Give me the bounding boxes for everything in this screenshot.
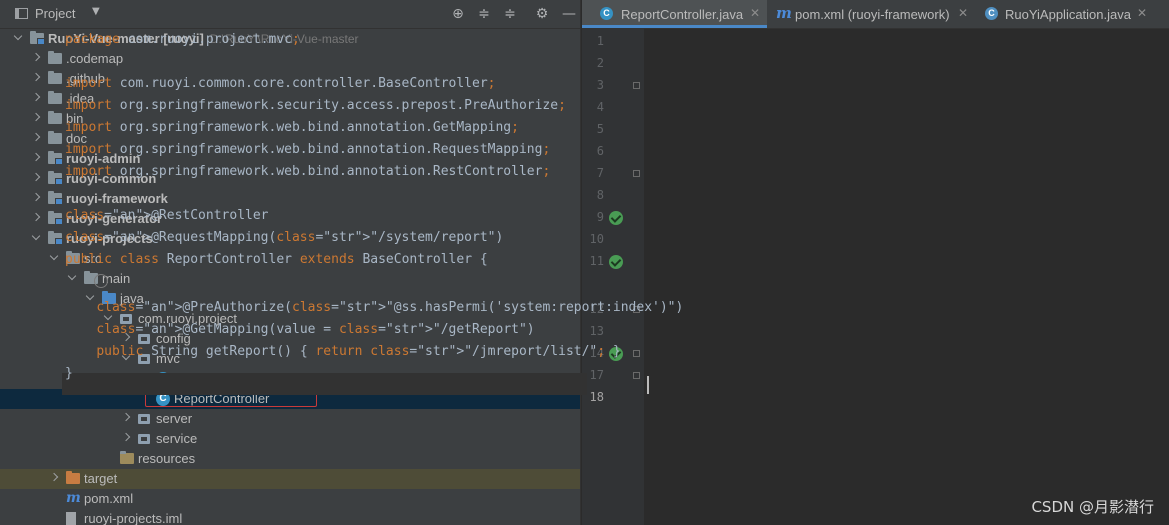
project-view-icon [15,8,28,19]
tab-reportcontroller[interactable]: C ReportController.java ✕ [582,0,767,28]
code-line: class="an">@GetMapping(value = class="st… [96,322,535,337]
project-panel-title[interactable]: Project [35,6,75,21]
code-line: package com.ruoyi.project.mvc; [65,32,300,47]
maven-icon: m [776,4,792,22]
tab-ruoyiapplication[interactable]: C RuoYiApplication.java ✕ [977,0,1169,28]
code-line: } [65,366,73,381]
tab-label: pom.xml (ruoyi-framework) [795,7,950,22]
chevron-right-icon[interactable] [31,153,41,163]
code-line: import org.springframework.security.acce… [65,98,566,113]
module-folder-icon [48,211,63,225]
tab-label: ReportController.java [621,7,744,22]
locate-icon[interactable]: ⊕ [448,4,468,24]
usages-inlay-hint[interactable] [65,274,110,289]
folder-icon [48,51,62,64]
code-line: public String getReport() { return class… [96,344,621,359]
spring-bean-icon[interactable] [609,211,623,225]
folder-icon [48,111,62,124]
gear-icon[interactable]: ⚙ [532,4,552,24]
code-line: class="an">@PreAuthorize(class="str">"@s… [96,300,684,315]
chevron-right-icon[interactable] [31,213,41,223]
code-line: import org.springframework.web.bind.anno… [65,120,519,135]
chevron-right-icon[interactable] [31,133,41,143]
chevron-down-icon[interactable] [31,233,41,243]
chevron-down-icon[interactable]: ▼ [92,6,100,17]
fold-marker-icon[interactable] [633,372,640,379]
module-folder-icon [48,231,63,245]
hide-icon[interactable]: — [559,4,579,24]
editor-tab-bar: C ReportController.java ✕ m pom.xml (ruo… [582,0,1169,29]
editor-gutter: 1 2 3 4 5 6 7 8 9 10 11 12 13 14 17 18 [582,28,644,525]
folder-icon [48,91,62,104]
chevron-right-icon[interactable] [31,113,41,123]
collapse-all-icon[interactable]: ≑ [500,4,520,24]
close-icon[interactable]: ✕ [750,6,760,20]
folder-icon [48,131,62,144]
chevron-right-icon[interactable] [49,473,59,483]
module-folder-icon [30,31,45,45]
module-folder-icon [48,171,63,185]
code-line: public class ReportController extends Ba… [65,252,488,267]
code-line: import org.springframework.web.bind.anno… [65,164,551,179]
module-folder-icon [48,151,63,165]
project-panel-header: Project ▼ ⊕ ≑ ≑ ⚙ — [0,0,580,29]
close-icon[interactable]: ✕ [958,6,968,20]
spring-bean-icon[interactable] [609,255,623,269]
watermark: CSDN @月影潜行 [1031,498,1154,516]
spring-boot-class-icon: C [985,7,998,20]
chevron-right-icon[interactable] [31,193,41,203]
ide-window: Project ▼ ⊕ ≑ ≑ ⚙ — RuoYi-Vue-master [ru… [0,0,1169,525]
text-caret [647,376,649,394]
chevron-right-icon[interactable] [31,93,41,103]
editor-area: C ReportController.java ✕ m pom.xml (ruo… [582,0,1169,525]
class-icon: C [600,7,613,20]
fold-marker-icon[interactable] [633,350,640,357]
code-area[interactable]: package com.ruoyi.project.mvc; import com… [65,28,683,525]
module-folder-icon [48,191,63,205]
tab-pom-xml[interactable]: m pom.xml (ruoyi-framework) ✕ [768,0,976,28]
chevron-down-icon[interactable] [49,253,59,263]
code-line: import com.ruoyi.common.core.controller.… [65,76,496,91]
expand-all-icon[interactable]: ≑ [474,4,494,24]
fold-marker-icon[interactable] [633,170,640,177]
code-line: class="an">@RestController [65,208,269,223]
folder-icon [48,71,62,84]
chevron-right-icon[interactable] [31,73,41,83]
close-icon[interactable]: ✕ [1137,6,1147,20]
fold-marker-icon[interactable] [633,82,640,89]
code-line: class="an">@RequestMapping(class="str">"… [65,230,504,245]
chevron-right-icon[interactable] [31,53,41,63]
tab-label: RuoYiApplication.java [1005,7,1131,22]
code-line: import org.springframework.web.bind.anno… [65,142,551,157]
chevron-right-icon[interactable] [31,173,41,183]
chevron-down-icon[interactable] [13,33,23,43]
